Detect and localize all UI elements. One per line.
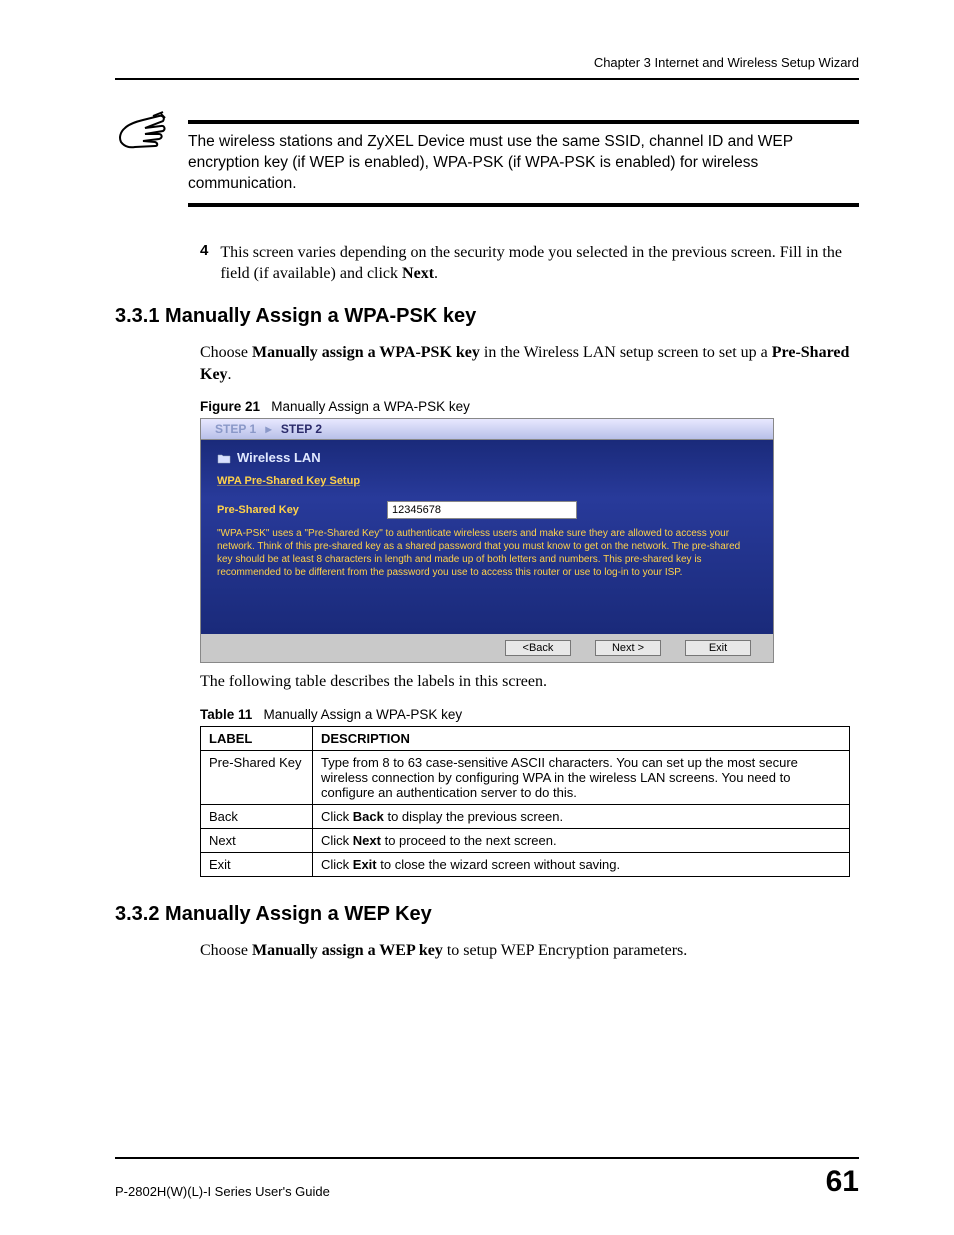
wireless-folder-icon <box>217 452 231 464</box>
th-desc: DESCRIPTION <box>313 726 850 750</box>
psk-input[interactable] <box>387 501 577 519</box>
wizard-panel-title: Wireless LAN <box>217 450 757 465</box>
step-number: 4 <box>200 242 208 285</box>
back-button[interactable]: <Back <box>505 640 571 656</box>
td-desc: Click Back to display the previous scree… <box>313 804 850 828</box>
header-rule <box>115 78 859 80</box>
note-block: The wireless stations and ZyXEL Device m… <box>115 110 859 207</box>
wizard-dialog: STEP 1 ▸ STEP 2 Wireless LAN WPA Pre-Sha… <box>200 418 774 663</box>
wizard-step-2: STEP 2 <box>281 422 322 436</box>
td-label: Next <box>201 828 313 852</box>
table-11-intro: The following table describes the labels… <box>200 671 859 693</box>
heading-3-3-1: 3.3.1 Manually Assign a WPA-PSK key <box>115 305 859 328</box>
td-desc: Click Exit to close the wizard screen wi… <box>313 852 850 876</box>
wizard-step-arrow-icon: ▸ <box>265 422 271 436</box>
table-row: Exit Click Exit to close the wizard scre… <box>201 852 850 876</box>
table-row: LABEL DESCRIPTION <box>201 726 850 750</box>
psk-help-text: "WPA-PSK" uses a "Pre-Shared Key" to aut… <box>217 527 757 579</box>
intro-3-3-1: Choose Manually assign a WPA-PSK key in … <box>200 342 859 385</box>
footer-guide-title: P-2802H(W)(L)-I Series User's Guide <box>115 1184 330 1199</box>
td-desc: Click Next to proceed to the next screen… <box>313 828 850 852</box>
page-number: 61 <box>826 1165 859 1199</box>
chapter-header: Chapter 3 Internet and Wireless Setup Wi… <box>115 55 859 70</box>
note-text: The wireless stations and ZyXEL Device m… <box>188 132 859 195</box>
heading-3-3-2: 3.3.2 Manually Assign a WEP Key <box>115 903 859 926</box>
wizard-step-1: STEP 1 <box>215 422 256 436</box>
table-11: LABEL DESCRIPTION Pre-Shared Key Type fr… <box>200 726 850 877</box>
td-label: Back <box>201 804 313 828</box>
wizard-steps-bar: STEP 1 ▸ STEP 2 <box>201 419 773 440</box>
next-button[interactable]: Next > <box>595 640 661 656</box>
td-desc: Type from 8 to 63 case-sensitive ASCII c… <box>313 750 850 804</box>
step-4: 4 This screen varies depending on the se… <box>200 242 859 285</box>
table-row: Pre-Shared Key Type from 8 to 63 case-se… <box>201 750 850 804</box>
table-row: Next Click Next to proceed to the next s… <box>201 828 850 852</box>
table-11-caption: Table 11 Manually Assign a WPA-PSK key <box>200 707 859 722</box>
table-row: Back Click Back to display the previous … <box>201 804 850 828</box>
th-label: LABEL <box>201 726 313 750</box>
wizard-button-row: <Back Next > Exit <box>201 634 773 662</box>
td-label: Exit <box>201 852 313 876</box>
step-text: This screen varies depending on the secu… <box>220 242 859 285</box>
intro-3-3-2: Choose Manually assign a WEP key to setu… <box>200 940 859 962</box>
psk-label: Pre-Shared Key <box>217 504 357 516</box>
exit-button[interactable]: Exit <box>685 640 751 656</box>
page-footer: P-2802H(W)(L)-I Series User's Guide 61 <box>115 1157 859 1199</box>
wizard-panel-subtitle: WPA Pre-Shared Key Setup <box>217 475 757 487</box>
note-hand-icon <box>115 110 170 155</box>
figure-21-caption: Figure 21 Manually Assign a WPA-PSK key <box>200 399 859 414</box>
td-label: Pre-Shared Key <box>201 750 313 804</box>
